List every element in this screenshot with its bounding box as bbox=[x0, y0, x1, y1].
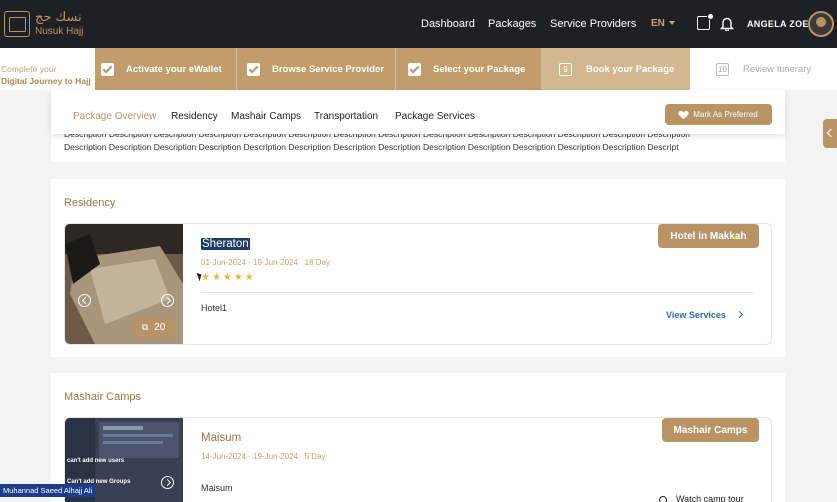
step-review-itinerary[interactable]: 10 Review Itinerary bbox=[690, 48, 837, 90]
star-rating: ★★★★★ bbox=[201, 272, 256, 283]
kaaba-logo-icon bbox=[4, 11, 30, 37]
previous-image-icon[interactable] bbox=[78, 294, 91, 307]
step-label: Book your Package bbox=[586, 63, 675, 75]
hotel-date-range: 01-Jun-2024 - 19-Jun-2024 bbox=[201, 258, 298, 267]
mark-as-preferred-button[interactable]: Mark As Preferred bbox=[665, 104, 772, 125]
hotel-location-badge: Hotel in Makkah bbox=[658, 224, 759, 248]
nav-dashboard[interactable]: Dashboard bbox=[421, 18, 475, 30]
video-caption: Muhannad Saeed Alhajj Ali bbox=[0, 484, 96, 497]
next-image-icon[interactable] bbox=[161, 294, 174, 307]
next-image-icon[interactable] bbox=[161, 476, 174, 489]
tab-residency[interactable]: Residency bbox=[171, 111, 218, 122]
hotel-image[interactable]: ⧉ 20 bbox=[65, 224, 183, 344]
logo-english-text: Nusuk Hajj bbox=[35, 25, 84, 37]
step-number: 10 bbox=[716, 62, 729, 76]
residency-title: Residency bbox=[64, 197, 116, 209]
package-tabs: Package Overview Residency Mashair Camps… bbox=[51, 90, 785, 134]
hotel-description: Hotel1 bbox=[201, 303, 228, 313]
step-label: Select your Package bbox=[433, 63, 526, 75]
journey-intro-line2: Digital Journey to Hajj bbox=[1, 76, 91, 86]
step-label: Browse Service Provider bbox=[272, 63, 384, 75]
journey-intro: Complete your Digital Journey to Hajj bbox=[0, 48, 95, 90]
play-icon bbox=[659, 496, 667, 502]
residency-section: Residency ⧉ 20 Sheraton 01-Jun-2024 - 19… bbox=[51, 179, 785, 357]
tab-mashair-camps[interactable]: Mashair Camps bbox=[231, 111, 301, 122]
nav-service-providers[interactable]: Service Providers bbox=[550, 18, 636, 30]
hotel-name[interactable]: Sheraton bbox=[201, 238, 250, 250]
bell-icon[interactable] bbox=[720, 16, 734, 31]
thumb-text-1: can't add new users bbox=[67, 458, 125, 464]
tab-package-overview[interactable]: Package Overview bbox=[73, 111, 156, 122]
notification-dot bbox=[707, 13, 714, 20]
top-navigation-bar bbox=[0, 0, 837, 48]
gallery-icon: ⧉ bbox=[141, 322, 149, 332]
hotel-dates: 01-Jun-2024 - 19-Jun-2024 18 Day bbox=[201, 258, 330, 267]
step-browse-service-provider[interactable]: Browse Service Provider bbox=[236, 48, 395, 90]
camp-card: can't add new users Can't add new Groups… bbox=[64, 417, 772, 502]
heart-icon bbox=[679, 111, 688, 119]
checkbox-checked-icon bbox=[101, 62, 114, 76]
image-count-badge: ⧉ 20 bbox=[131, 317, 176, 338]
avatar[interactable] bbox=[808, 11, 834, 37]
step-select-package[interactable]: Select your Package bbox=[395, 48, 541, 90]
mashair-camps-section: Mashair Camps can't add new users Can't … bbox=[51, 373, 785, 502]
camp-badge: Mashair Camps bbox=[662, 418, 759, 442]
logo-arabic-text: نسك حج bbox=[35, 10, 82, 26]
nusuk-hajj-logo[interactable]: نسك حج Nusuk Hajj bbox=[4, 9, 83, 39]
checkbox-checked-icon bbox=[247, 62, 260, 76]
hotel-duration: 18 Day bbox=[304, 258, 330, 267]
step-label: Activate your eWallet bbox=[126, 63, 222, 75]
chevron-down-icon bbox=[669, 21, 675, 25]
view-services-link[interactable]: View Services bbox=[666, 310, 726, 320]
nav-packages[interactable]: Packages bbox=[488, 18, 536, 30]
camp-duration: 5 Day bbox=[304, 452, 326, 461]
chevron-right-icon bbox=[735, 310, 744, 319]
description-line-2: Description Description Description Desc… bbox=[64, 141, 679, 152]
camp-date-range: 14-Jun-2024 - 19-Jun-2024 bbox=[201, 452, 298, 461]
step-book-package[interactable]: 9 Book your Package bbox=[541, 48, 690, 90]
journey-intro-line1: Complete your bbox=[1, 64, 57, 74]
camp-dates: 14-Jun-2024 - 19-Jun-2024 5 Day bbox=[201, 452, 326, 461]
checkbox-checked-icon bbox=[408, 62, 421, 76]
step-number: 9 bbox=[559, 62, 572, 76]
camp-description: Maisum bbox=[201, 483, 233, 493]
watch-camp-tour-link[interactable]: Watch camp tour bbox=[676, 494, 744, 502]
image-count: 20 bbox=[154, 322, 166, 333]
camp-name[interactable]: Maisum bbox=[201, 432, 241, 444]
mark-as-preferred-label: Mark As Preferred bbox=[693, 110, 758, 119]
user-name[interactable]: ANGELA ZOE bbox=[747, 19, 809, 29]
step-label: Review Itinerary bbox=[743, 63, 812, 75]
hotel-card: ⧉ 20 Sheraton 01-Jun-2024 - 19-Jun-2024 … bbox=[64, 223, 772, 345]
language-selector[interactable]: EN bbox=[651, 18, 665, 29]
tab-transportation[interactable]: Transportation bbox=[314, 111, 378, 122]
tab-package-services[interactable]: Package Services bbox=[395, 111, 475, 122]
side-panel-toggle[interactable] bbox=[823, 119, 837, 148]
mashair-camps-title: Mashair Camps bbox=[64, 391, 142, 403]
step-activate-ewallet[interactable]: Activate your eWallet bbox=[95, 48, 236, 90]
divider bbox=[201, 292, 755, 293]
